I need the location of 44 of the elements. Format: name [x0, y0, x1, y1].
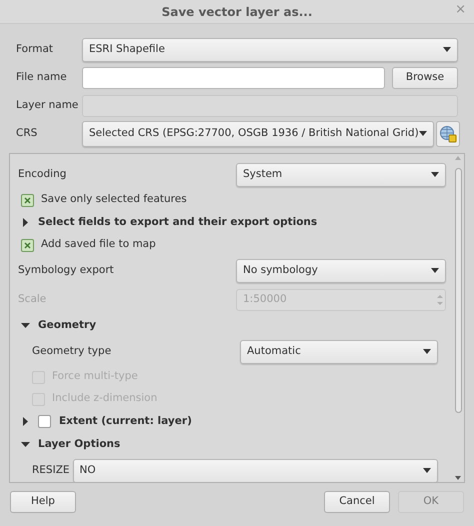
collapse-arrow-icon[interactable] — [21, 321, 30, 330]
field-label: Geometry type — [32, 344, 112, 359]
caret-icon — [443, 47, 451, 52]
globe-icon[interactable] — [436, 120, 460, 146]
field-label: Scale — [18, 292, 48, 307]
scroll-down-icon[interactable] — [455, 476, 461, 480]
field-label: RESIZE — [32, 462, 70, 478]
checkbox[interactable] — [21, 194, 34, 206]
checkbox-label: Add saved file to map — [41, 237, 156, 252]
check-mark-icon — [24, 196, 31, 204]
field-label: CRS — [16, 126, 38, 141]
dialog-button[interactable]: Cancel — [324, 491, 390, 513]
file-name-field[interactable] — [82, 66, 385, 88]
field-label: Format — [16, 42, 54, 57]
caret-icon — [431, 268, 439, 273]
field-label: Layer name — [16, 98, 80, 113]
check-mark-icon — [24, 242, 31, 248]
expand-arrow-icon[interactable] — [21, 218, 30, 227]
dropdown[interactable]: System — [236, 162, 446, 186]
dialog-button[interactable]: Help — [10, 491, 76, 513]
caret-icon — [418, 131, 427, 136]
section-header[interactable]: Extent (current: layer) — [59, 414, 192, 430]
section-header[interactable]: Layer Options — [38, 436, 120, 452]
collapse-arrow-icon[interactable] — [21, 440, 30, 449]
dropdown[interactable]: NO — [72, 458, 438, 482]
browse-button[interactable]: Browse — [392, 66, 458, 88]
checkbox-label: Save only selected features — [41, 192, 187, 208]
caret-icon — [423, 349, 431, 354]
dropdown[interactable]: No symbology — [236, 258, 446, 282]
caret-icon — [431, 172, 439, 177]
caret-icon — [423, 468, 431, 473]
field-label: Symbology export — [18, 262, 115, 278]
crs-dropdown[interactable]: Selected CRS (EPSG:27700, OSGB 1936 / British National Grid) — [82, 120, 434, 146]
checkbox[interactable] — [21, 238, 34, 252]
window-title: Save vector layer as... — [162, 4, 312, 20]
scrollbar[interactable] — [452, 154, 464, 482]
checkbox[interactable] — [38, 415, 51, 428]
dropdown[interactable]: Automatic — [240, 340, 438, 364]
field-label: File name — [16, 70, 68, 85]
field-label: Encoding — [18, 166, 68, 182]
section-header[interactable]: Select fields to export and their export options — [38, 214, 318, 230]
format-dropdown[interactable]: ESRI Shapefile — [82, 38, 458, 62]
section-header[interactable]: Geometry — [38, 318, 96, 334]
expand-arrow-icon[interactable] — [21, 417, 30, 426]
